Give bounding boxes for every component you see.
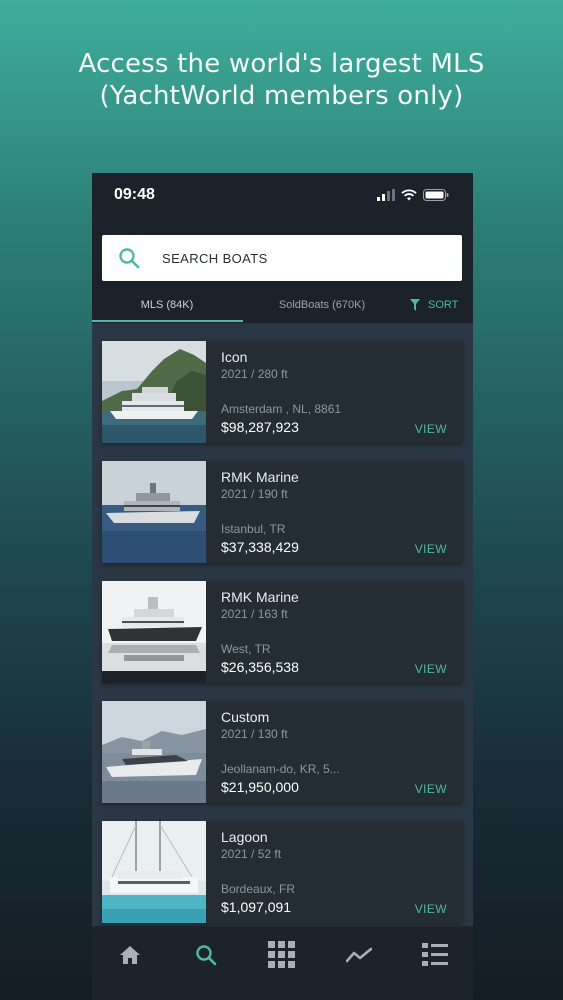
home-icon	[120, 946, 141, 964]
tab-mls[interactable]: MLS (84K)	[92, 299, 242, 311]
nav-home[interactable]	[110, 940, 150, 970]
listing-tabs: MLS (84K) SoldBoats (670K) SORT	[92, 287, 473, 323]
listing-card[interactable]: Icon 2021 / 280 ft Amsterdam , NL, 8861 …	[102, 341, 463, 443]
search-placeholder: SEARCH BOATS	[162, 250, 268, 266]
trend-line-icon	[345, 947, 372, 963]
listing-title: Lagoon	[221, 829, 268, 845]
nav-search[interactable]	[186, 940, 226, 970]
battery-icon	[423, 189, 449, 201]
listing-year-length: 2021 / 190 ft	[221, 487, 288, 501]
listing-card[interactable]: RMK Marine 2021 / 163 ft West, TR $26,35…	[102, 581, 463, 683]
listing-year-length: 2021 / 52 ft	[221, 847, 282, 861]
listing-photo	[102, 581, 206, 683]
listing-year-length: 2021 / 130 ft	[221, 727, 288, 741]
listing-photo	[102, 821, 206, 923]
listing-title: Icon	[221, 349, 248, 365]
listing-card[interactable]: Lagoon 2021 / 52 ft Bordeaux, FR $1,097,…	[102, 821, 463, 923]
bottom-nav	[92, 926, 473, 1000]
view-button[interactable]: VIEW	[415, 782, 447, 796]
view-button[interactable]: VIEW	[415, 662, 447, 676]
listing-year-length: 2021 / 163 ft	[221, 607, 288, 621]
listing-card[interactable]: RMK Marine 2021 / 190 ft Istanbul, TR $3…	[102, 461, 463, 563]
listing-price: $98,287,923	[221, 419, 299, 435]
listing-photo	[102, 701, 206, 803]
listing-location: West, TR	[221, 642, 271, 656]
cellular-signal-icon	[377, 189, 395, 201]
view-button[interactable]: VIEW	[415, 902, 447, 916]
search-input[interactable]: SEARCH BOATS	[102, 235, 462, 281]
tab-soldboats[interactable]: SoldBoats (670K)	[242, 299, 402, 311]
status-time: 09:48	[114, 186, 155, 203]
listing-location: Istanbul, TR	[221, 522, 286, 536]
list-icon	[421, 943, 448, 966]
nav-list[interactable]	[415, 940, 455, 970]
search-icon	[119, 248, 140, 269]
filter-funnel-icon	[410, 299, 420, 311]
listing-location: Jeollanam-do, KR, 5...	[221, 762, 340, 776]
listing-photo	[102, 341, 206, 443]
listing-title: RMK Marine	[221, 589, 299, 605]
status-bar: 09:48	[92, 173, 473, 217]
nav-grid[interactable]	[262, 940, 302, 970]
wifi-icon	[401, 189, 417, 201]
sort-button[interactable]: SORT	[410, 299, 458, 311]
listing-title: Custom	[221, 709, 270, 725]
listing-price: $26,356,538	[221, 659, 299, 675]
nav-trends[interactable]	[339, 940, 379, 970]
listing-year-length: 2021 / 280 ft	[221, 367, 288, 381]
listing-photo	[102, 461, 206, 563]
status-icons	[377, 189, 449, 201]
search-icon	[196, 945, 217, 966]
active-tab-indicator	[92, 320, 243, 322]
headline-line1: Access the world's largest MLS	[78, 49, 485, 79]
listing-location: Bordeaux, FR	[221, 882, 296, 896]
phone-screen: 09:48 SEARCH BOATS MLS (84K) SoldBoats (…	[92, 173, 473, 1000]
listing-price: $21,950,000	[221, 779, 299, 795]
headline-line2: (YachtWorld members only)	[99, 81, 464, 111]
listing-price: $1,097,091	[221, 899, 292, 915]
view-button[interactable]: VIEW	[415, 422, 447, 436]
listing-price: $37,338,429	[221, 539, 299, 555]
headline: Access the world's largest MLS (YachtWor…	[0, 48, 563, 112]
listing-list[interactable]: Icon 2021 / 280 ft Amsterdam , NL, 8861 …	[92, 323, 473, 926]
grid-icon	[268, 941, 296, 968]
view-button[interactable]: VIEW	[415, 542, 447, 556]
listing-title: RMK Marine	[221, 469, 299, 485]
listing-location: Amsterdam , NL, 8861	[221, 402, 342, 416]
sort-label: SORT	[428, 299, 459, 311]
listing-card[interactable]: Custom 2021 / 130 ft Jeollanam-do, KR, 5…	[102, 701, 463, 803]
